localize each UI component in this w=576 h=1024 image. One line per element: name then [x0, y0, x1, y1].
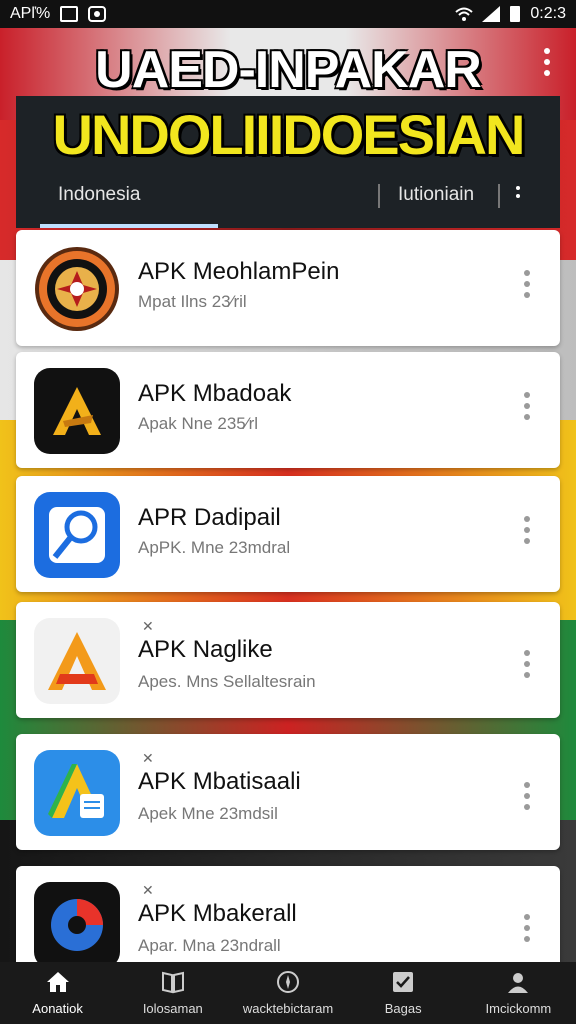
nav-tasks[interactable]: Bagas [346, 962, 461, 1024]
swirl-icon [34, 882, 120, 968]
nav-profile[interactable]: Imcickomm [461, 962, 576, 1024]
app-meta: Apes. Mns Sellaltesrain [138, 672, 316, 691]
item-tag: ✕ [142, 750, 154, 766]
magnifier-icon [34, 492, 120, 578]
tab-active-indicator [40, 224, 218, 228]
item-tag: ✕ [142, 618, 154, 634]
app-meta: ApPK. Mne 23mdral [138, 538, 291, 557]
app-name: APK MeohlamPein [138, 258, 340, 285]
item-more-icon[interactable] [524, 914, 530, 942]
app-icon [88, 6, 107, 22]
bottom-nav: Aonatiok Iolosaman wacktebictaram Bagas … [0, 962, 576, 1024]
app-meta: Apek Mne 23mdsil [138, 804, 278, 823]
list-item[interactable]: APK Mbadoak Apak Nne 235⁄rl [16, 352, 560, 468]
tab-indonesia[interactable]: Indonesia [58, 184, 140, 206]
signal-icon [482, 6, 501, 22]
overflow-menu-icon[interactable] [542, 48, 552, 76]
nav-label: Bagas [384, 1001, 422, 1016]
book-icon [160, 970, 186, 997]
nav-label: wacktebictaram [242, 1001, 334, 1016]
app-meta: Mpat Ilns 23⁄ril [138, 292, 247, 311]
status-carrier-text: APľ% [10, 5, 51, 22]
letter-a-blue-icon [34, 750, 120, 836]
app-meta: Apar. Mna 23ndrall [138, 936, 281, 955]
badge-seal-icon [34, 246, 120, 332]
page-title: UAED-INPAKAR [95, 41, 482, 99]
letter-a-orange-icon [34, 618, 120, 704]
page-subtitle: UNDOLIIIDOESIAN [52, 103, 526, 166]
nav-library[interactable]: Iolosaman [115, 962, 230, 1024]
item-tag: ✕ [142, 882, 154, 898]
app-name: APR Dadipail [138, 504, 281, 531]
app-name: APK Mbakerall [138, 900, 297, 927]
home-icon [45, 970, 71, 997]
letter-a-gold-icon [34, 368, 120, 454]
item-more-icon[interactable] [524, 650, 530, 678]
app-name: APK Naglike [138, 636, 273, 663]
status-bar: APľ% 0:2:3 [0, 0, 576, 28]
status-time: 0:2:3 [530, 5, 566, 22]
person-icon [505, 970, 531, 997]
item-more-icon[interactable] [524, 782, 530, 810]
app-meta: Apak Nne 235⁄rl [138, 414, 259, 433]
nav-label: Aonatiok [32, 1001, 83, 1016]
checkbox-icon [390, 970, 416, 997]
app-name: APK Mbadoak [138, 380, 292, 407]
list-item[interactable]: ✕ APK Naglike Apes. Mns Sellaltesrain [16, 602, 560, 718]
nav-label: Iolosaman [142, 1001, 203, 1016]
wifi-icon [454, 6, 474, 22]
item-more-icon[interactable] [524, 270, 530, 298]
nav-label: Imcickomm [485, 1001, 552, 1016]
app-name: APK Mbatisaali [138, 768, 301, 795]
nav-explore[interactable]: wacktebictaram [230, 962, 345, 1024]
list-item[interactable]: APK MeohlamPein Mpat Ilns 23⁄ril [16, 230, 560, 346]
compass-icon [275, 970, 301, 997]
item-more-icon[interactable] [524, 392, 530, 420]
tab-more-icon[interactable] [516, 186, 520, 198]
image-icon [60, 6, 79, 22]
item-more-icon[interactable] [524, 516, 530, 544]
tab-divider [498, 184, 500, 208]
list-item[interactable]: APR Dadipail ApPK. Mne 23mdral [16, 476, 560, 592]
list-item[interactable]: ✕ APK Mbatisaali Apek Mne 23mdsil [16, 734, 560, 850]
battery-icon [510, 6, 521, 22]
tab-bar: Indonesia Iutioniain [16, 172, 560, 228]
tab-divider [378, 184, 380, 208]
nav-home[interactable]: Aonatiok [0, 962, 115, 1024]
tab-second[interactable]: Iutioniain [398, 184, 474, 206]
